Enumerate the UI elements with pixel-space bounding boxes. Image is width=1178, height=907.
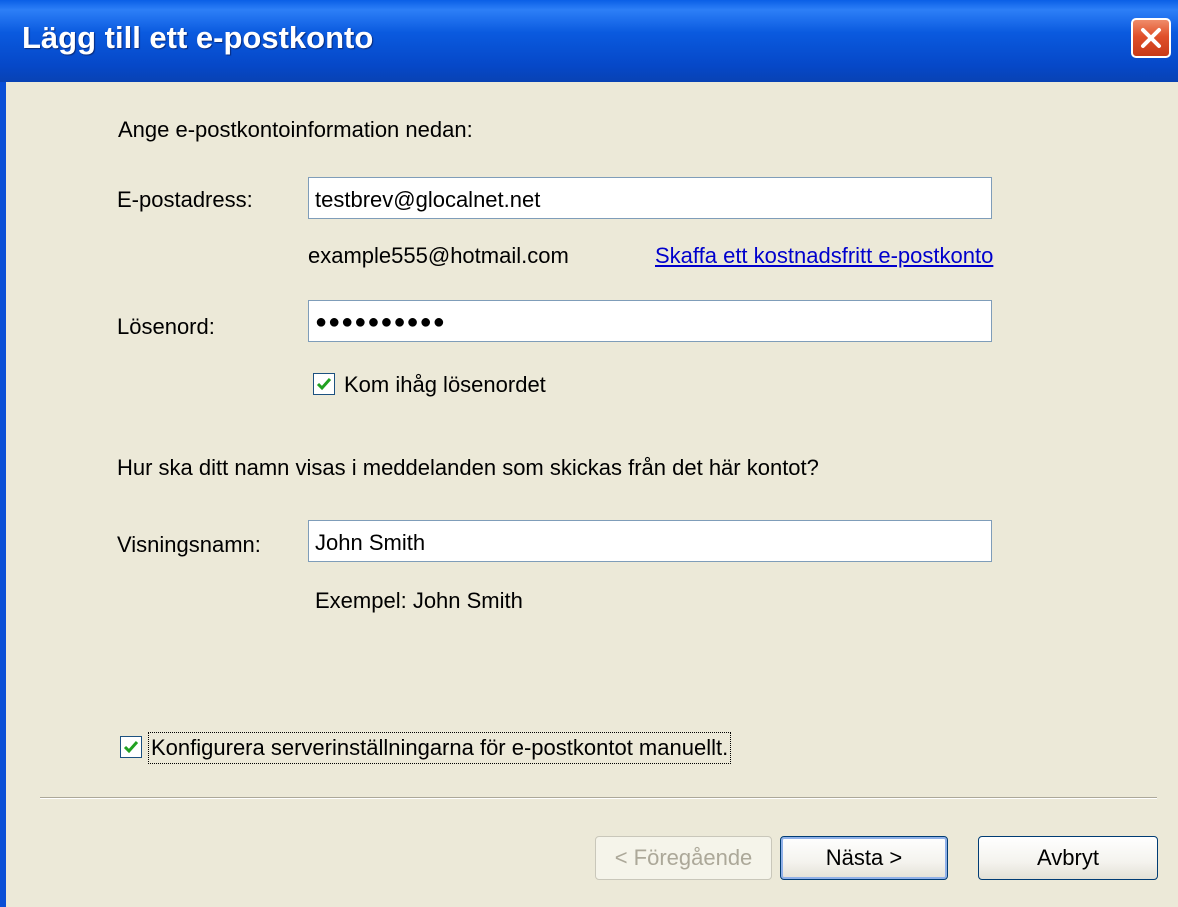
remember-password-checkbox[interactable] [313,373,335,395]
email-field[interactable]: testbrev@glocalnet.net [308,177,992,219]
close-icon [1141,28,1161,48]
manual-config-label[interactable]: Konfigurera serverinställningarna för e-… [147,732,732,764]
display-name-field[interactable]: John Smith [308,520,992,562]
remember-password-label[interactable]: Kom ihåg lösenordet [344,372,546,398]
display-name-label: Visningsnamn: [117,532,261,557]
separator [40,797,1157,799]
password-field[interactable]: ●●●●●●●●●● [308,300,992,342]
display-name-question: Hur ska ditt namn visas i meddelanden so… [117,455,819,480]
next-button[interactable]: Nästa > [780,836,948,880]
cancel-button[interactable]: Avbryt [978,836,1158,880]
password-label: Lösenord: [117,314,215,339]
free-account-link[interactable]: Skaffa ett kostnadsfritt e-postkonto [655,243,993,269]
email-example: example555@hotmail.com [308,243,569,268]
title-bar[interactable]: Lägg till ett e-postkonto [0,0,1178,82]
window-title: Lägg till ett e-postkonto [22,20,374,55]
window-border [0,82,6,907]
manual-config-checkbox[interactable] [120,736,142,758]
close-button[interactable] [1131,18,1171,58]
add-email-account-dialog: Lägg till ett e-postkonto Ange e-postkon… [0,0,1178,907]
back-button[interactable]: < Föregående [595,836,772,880]
checkmark-icon [316,378,332,391]
display-name-example: Exempel: John Smith [315,588,523,613]
email-label: E-postadress: [117,187,253,212]
intro-text: Ange e-postkontoinformation nedan: [118,117,473,142]
checkmark-icon [123,741,139,754]
